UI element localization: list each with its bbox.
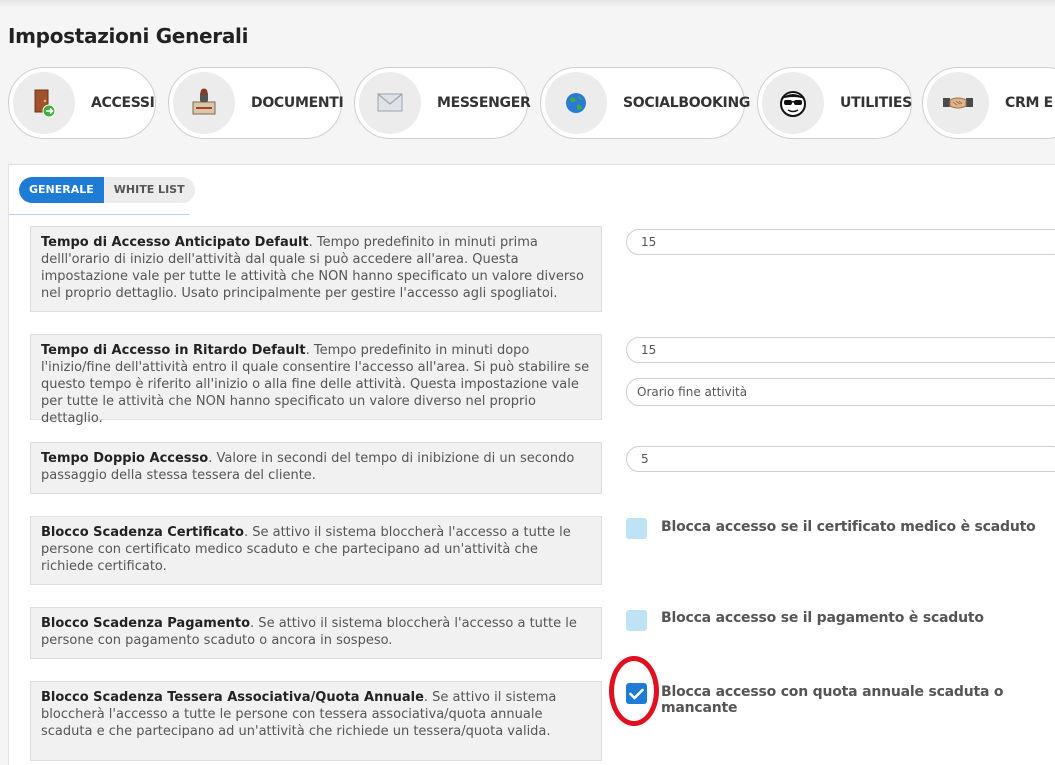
top-shadow [0, 0, 1055, 8]
setting-title: Tempo di Accesso in Ritardo Default [41, 343, 306, 358]
nav-crm-button[interactable]: CRM E N [922, 67, 1055, 139]
nav-label: UTILITIES [840, 95, 912, 111]
setting-description: Blocco Scadenza Tessera Associativa/Quot… [30, 681, 602, 761]
setting-title: Blocco Scadenza Pagamento [41, 616, 251, 631]
documents-stamp-icon [173, 72, 235, 134]
setting-title: Tempo di Accesso Anticipato Default [41, 235, 309, 250]
late-access-minutes-input[interactable]: 15 [626, 337, 1055, 363]
setting-description: Tempo di Accesso in Ritardo Default. Tem… [30, 334, 602, 426]
sunglasses-face-icon [762, 72, 824, 134]
nav-label: DOCUMENTI [251, 95, 344, 111]
nav-documenti-button[interactable]: DOCUMENTI [168, 67, 344, 139]
block-certificate-checkbox[interactable] [626, 518, 647, 539]
page-title: Impostazioni Generali [8, 24, 249, 48]
tab-white-list[interactable]: WHITE LIST [104, 177, 195, 203]
setting-title: Blocco Scadenza Tessera Associativa/Quot… [41, 690, 424, 705]
checkbox-label[interactable]: Blocca accesso se il pagamento è scaduto [661, 610, 984, 626]
late-access-reference-select[interactable]: Orario fine attività [626, 378, 1055, 406]
door-exit-icon [13, 72, 75, 134]
red-highlight-circle [609, 656, 659, 726]
setting-description: Blocco Scadenza Certificato. Se attivo i… [30, 516, 602, 585]
setting-description: Tempo di Accesso Anticipato Default. Tem… [30, 226, 602, 312]
checkbox-label[interactable]: Blocca accesso con quota annuale scaduta… [661, 684, 1055, 716]
tab-bar: GENERALE WHITE LIST [19, 177, 195, 203]
nav-messenger-button[interactable]: MESSENGER [354, 67, 531, 139]
nav-utilities-button[interactable]: UTILITIES [757, 67, 912, 139]
nav-label: ACCESSI [91, 95, 155, 111]
block-payment-checkbox[interactable] [626, 610, 647, 631]
setting-title: Blocco Scadenza Certificato [41, 525, 244, 540]
nav-label: CRM E N [1005, 95, 1055, 111]
tab-underline [9, 214, 189, 215]
nav-socialbooking-button[interactable]: SOCIALBOOKING [540, 67, 750, 139]
checkbox-label[interactable]: Blocca accesso se il certificato medico … [661, 519, 1036, 535]
tab-generale[interactable]: GENERALE [19, 177, 104, 203]
envelope-icon [359, 72, 421, 134]
setting-title: Tempo Doppio Accesso [41, 451, 209, 466]
nav-label: MESSENGER [437, 95, 531, 111]
setting-description: Blocco Scadenza Pagamento. Se attivo il … [30, 607, 602, 659]
globe-icon [545, 72, 607, 134]
nav-accessi-button[interactable]: ACCESSI [8, 67, 156, 139]
double-access-seconds-input[interactable]: 5 [626, 446, 1055, 472]
setting-description: Tempo Doppio Accesso. Valore in secondi … [30, 442, 602, 494]
nav-label: SOCIALBOOKING [623, 95, 751, 111]
early-access-minutes-input[interactable]: 15 [626, 229, 1055, 255]
handshake-icon [927, 72, 989, 134]
